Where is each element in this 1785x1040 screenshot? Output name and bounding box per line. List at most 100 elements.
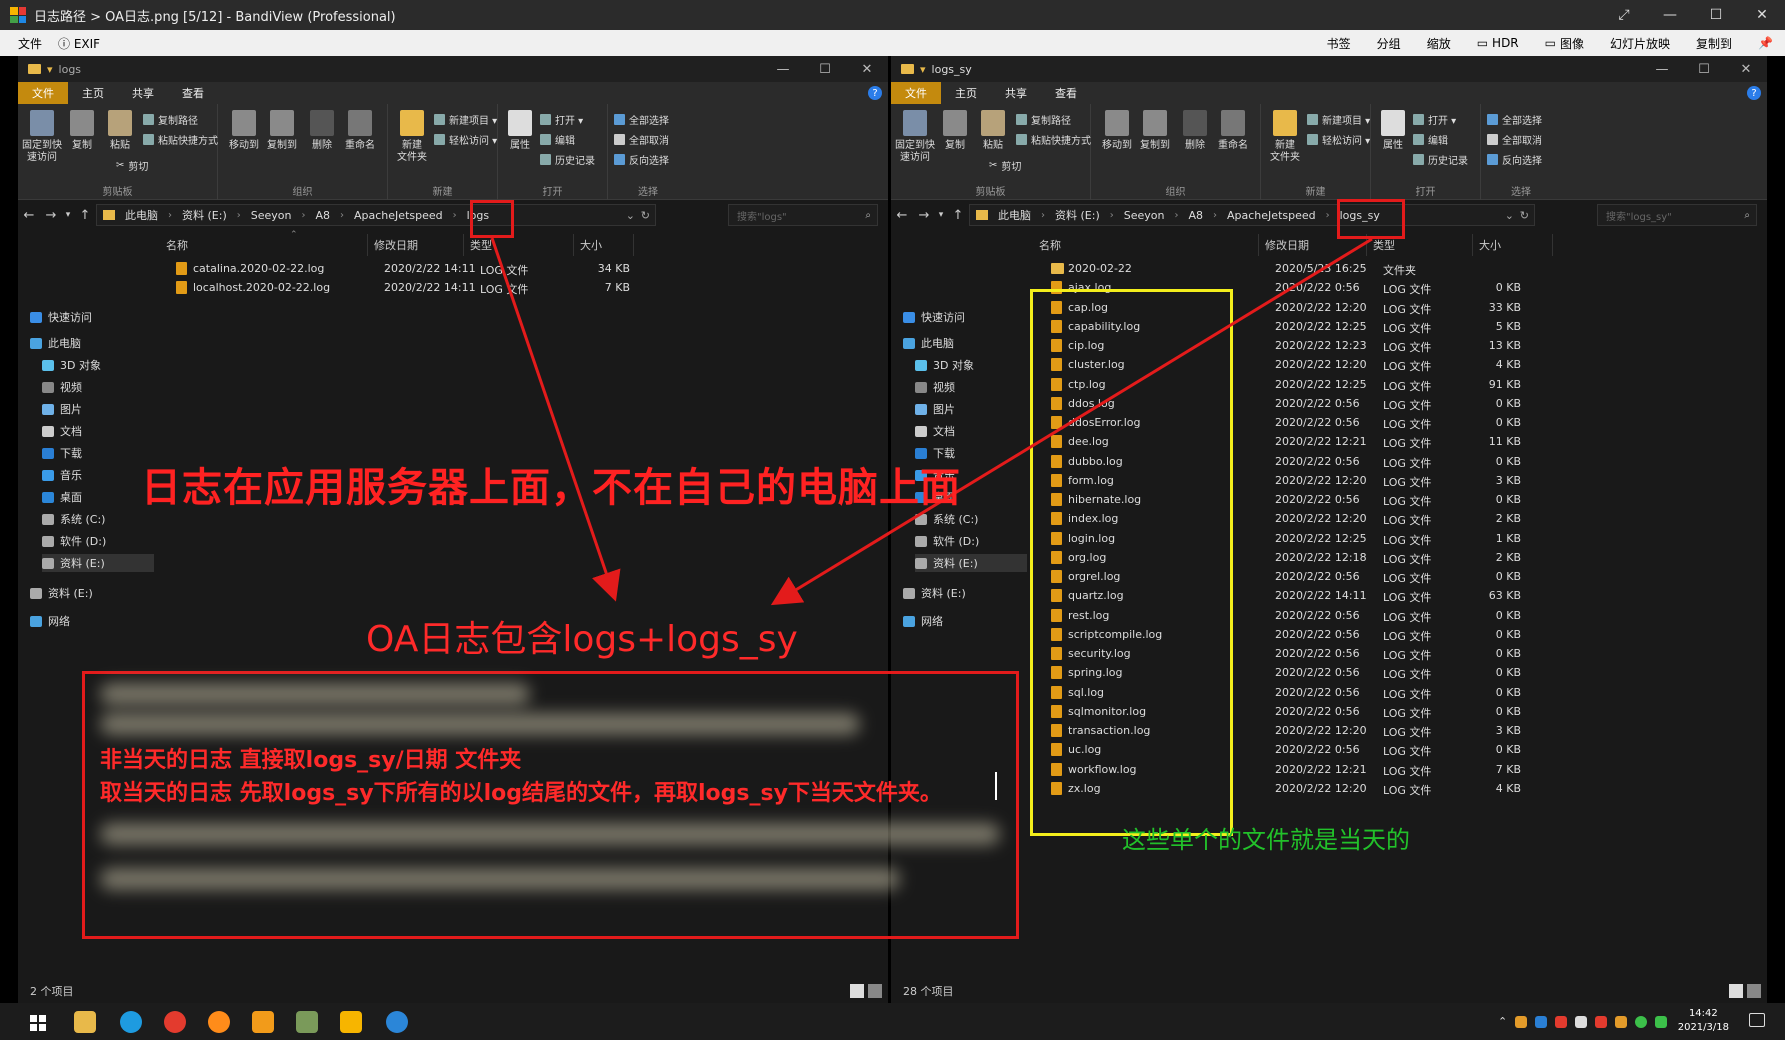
recent-locations-icon[interactable]: ▾ xyxy=(62,210,74,220)
tray-app-icon[interactable] xyxy=(1515,1015,1528,1028)
nav-this-pc[interactable]: 此电脑 xyxy=(30,334,154,352)
windows-start-icon[interactable] xyxy=(30,1015,46,1031)
easy-access-button[interactable]: 轻松访问 ▾ xyxy=(434,132,497,147)
properties-button[interactable]: 属性 xyxy=(1373,110,1413,152)
nav-drive-e[interactable]: 资料 (E:) xyxy=(42,554,154,572)
folder-row[interactable]: 2020-02-22 2020/5/23 16:25 文件夹 xyxy=(1033,259,1767,278)
search-app-icon[interactable] xyxy=(208,1011,230,1033)
nav-documents[interactable]: 文档 xyxy=(915,422,1039,440)
column-size[interactable]: 大小 xyxy=(1473,234,1553,256)
nav-3d-objects[interactable]: 3D 对象 xyxy=(915,356,1039,374)
minimize-button[interactable]: — xyxy=(1647,0,1693,30)
nav-quick-access[interactable]: 快速访问 xyxy=(903,308,1027,326)
copy-to-button[interactable]: 复制到 xyxy=(262,110,302,152)
tab-home[interactable]: 主页 xyxy=(941,82,991,104)
address-bar[interactable]: 此电脑 › 资料 (E:) › Seeyon › A8 › ApacheJetspeed… xyxy=(96,204,656,226)
menu-image[interactable]: ▭ 图像 xyxy=(1545,35,1584,52)
file-row[interactable]: catalina.2020-02-22.log 2020/2/22 14:11 LO… xyxy=(160,259,888,278)
nav-this-pc[interactable]: 此电脑 xyxy=(903,334,1027,352)
invert-selection-button[interactable]: 反向选择 xyxy=(1487,152,1542,167)
select-all-button[interactable]: 全部选择 xyxy=(614,112,669,127)
nav-network[interactable]: 网络 xyxy=(903,612,1027,630)
rename-button[interactable]: 重命名 xyxy=(1213,110,1253,152)
cut-button[interactable]: ✂ 剪切 xyxy=(116,158,148,173)
invert-selection-button[interactable]: 反向选择 xyxy=(614,152,669,167)
tray-app-icon[interactable] xyxy=(1535,1015,1548,1028)
messenger-icon[interactable] xyxy=(386,1011,408,1033)
forward-icon[interactable]: → xyxy=(40,208,62,223)
edit-button[interactable]: 编辑 xyxy=(540,132,575,147)
column-name[interactable]: 名称 xyxy=(160,234,368,256)
edit-button[interactable]: 编辑 xyxy=(1413,132,1448,147)
back-icon[interactable]: ← xyxy=(891,208,913,223)
select-none-button[interactable]: 全部取消 xyxy=(1487,132,1542,147)
large-icons-view-icon[interactable] xyxy=(868,984,882,998)
image-viewer-icon[interactable] xyxy=(296,1011,318,1033)
tray-app-icon[interactable] xyxy=(1655,1015,1668,1028)
copy-button[interactable]: 复制 xyxy=(935,110,975,152)
breadcrumb-a8[interactable]: A8 xyxy=(315,209,330,222)
history-button[interactable]: 历史记录 xyxy=(1413,152,1468,167)
up-icon[interactable]: ↑ xyxy=(947,208,969,223)
maximize-button[interactable]: ☐ xyxy=(1683,56,1725,82)
edge-browser-icon[interactable] xyxy=(120,1011,142,1033)
maximize-button[interactable]: ☐ xyxy=(804,56,846,82)
tray-app-icon[interactable] xyxy=(1635,1015,1648,1028)
tray-app-icon[interactable] xyxy=(1575,1015,1588,1028)
delete-button[interactable]: 删除 xyxy=(302,110,342,152)
new-item-button[interactable]: 新建项目 ▾ xyxy=(1307,112,1370,127)
tray-expand-icon[interactable]: ⌃ xyxy=(1498,1015,1507,1028)
tab-share[interactable]: 共享 xyxy=(991,82,1041,104)
help-icon[interactable]: ? xyxy=(868,86,882,100)
menu-slideshow[interactable]: 幻灯片放映 xyxy=(1610,35,1670,52)
refresh-icon[interactable]: ↻ xyxy=(641,209,650,222)
new-folder-button[interactable]: 新建 文件夹 xyxy=(392,110,432,164)
file-row[interactable]: localhost.2020-02-22.log 2020/2/22 14:11 L… xyxy=(160,278,888,297)
menu-file[interactable]: 文件 xyxy=(18,35,42,52)
nav-drive-e-root[interactable]: 资料 (E:) xyxy=(30,584,154,602)
recent-locations-icon[interactable]: ▾ xyxy=(935,210,947,220)
menu-zoom[interactable]: 缩放 xyxy=(1427,35,1451,52)
menu-copy-to[interactable]: 复制到 xyxy=(1696,35,1732,52)
paste-button[interactable]: 粘贴 xyxy=(973,110,1013,152)
pin-icon[interactable]: 📌 xyxy=(1758,36,1773,50)
tray-app-icon[interactable] xyxy=(1555,1015,1568,1028)
nav-videos[interactable]: 视频 xyxy=(915,378,1039,396)
menu-hdr[interactable]: ▭ HDR xyxy=(1477,36,1519,50)
tab-view[interactable]: 查看 xyxy=(1041,82,1091,104)
menu-group[interactable]: 分组 xyxy=(1377,35,1401,52)
tab-file[interactable]: 文件 xyxy=(891,82,941,104)
address-dropdown-icon[interactable]: ⌄ xyxy=(626,209,635,222)
rename-button[interactable]: 重命名 xyxy=(340,110,380,152)
column-size[interactable]: 大小 xyxy=(574,234,634,256)
select-none-button[interactable]: 全部取消 xyxy=(614,132,669,147)
search-box[interactable]: 搜索"logs" ⌕ xyxy=(728,204,878,226)
nav-3d-objects[interactable]: 3D 对象 xyxy=(42,356,166,374)
fullscreen-icon[interactable]: ⤢ xyxy=(1601,0,1647,30)
close-button[interactable]: ✕ xyxy=(1739,0,1785,30)
pin-quick-access-button[interactable]: 固定到快 速访问 xyxy=(895,110,935,164)
tray-app-icon[interactable] xyxy=(1595,1015,1608,1028)
nav-videos[interactable]: 视频 xyxy=(42,378,166,396)
breadcrumb-this-pc[interactable]: 此电脑 xyxy=(125,207,158,223)
details-view-icon[interactable] xyxy=(1729,984,1743,998)
tab-view[interactable]: 查看 xyxy=(168,82,218,104)
quick-access-toolbar-icon[interactable]: ▾ xyxy=(47,63,53,76)
move-to-button[interactable]: 移动到 xyxy=(224,110,264,152)
select-all-button[interactable]: 全部选择 xyxy=(1487,112,1542,127)
paste-shortcut-button[interactable]: 粘贴快捷方式 xyxy=(1016,132,1091,147)
help-icon[interactable]: ? xyxy=(1747,86,1761,100)
tray-app-icon[interactable] xyxy=(1615,1015,1628,1028)
minimize-button[interactable]: — xyxy=(762,56,804,82)
copy-button[interactable]: 复制 xyxy=(62,110,102,152)
nav-pictures[interactable]: 图片 xyxy=(915,400,1039,418)
pin-quick-access-button[interactable]: 固定到快 速访问 xyxy=(22,110,62,164)
search-box[interactable]: 搜索"logs_sy" ⌕ xyxy=(1597,204,1757,226)
breadcrumb-apachejetspeed[interactable]: ApacheJetspeed xyxy=(1227,209,1316,222)
menu-exif[interactable]: ⓘ EXIF xyxy=(58,35,100,52)
properties-button[interactable]: 属性 xyxy=(500,110,540,152)
move-to-button[interactable]: 移动到 xyxy=(1097,110,1137,152)
close-button[interactable]: ✕ xyxy=(846,56,888,82)
tab-share[interactable]: 共享 xyxy=(118,82,168,104)
copy-path-button[interactable]: 复制路径 xyxy=(1016,112,1071,127)
